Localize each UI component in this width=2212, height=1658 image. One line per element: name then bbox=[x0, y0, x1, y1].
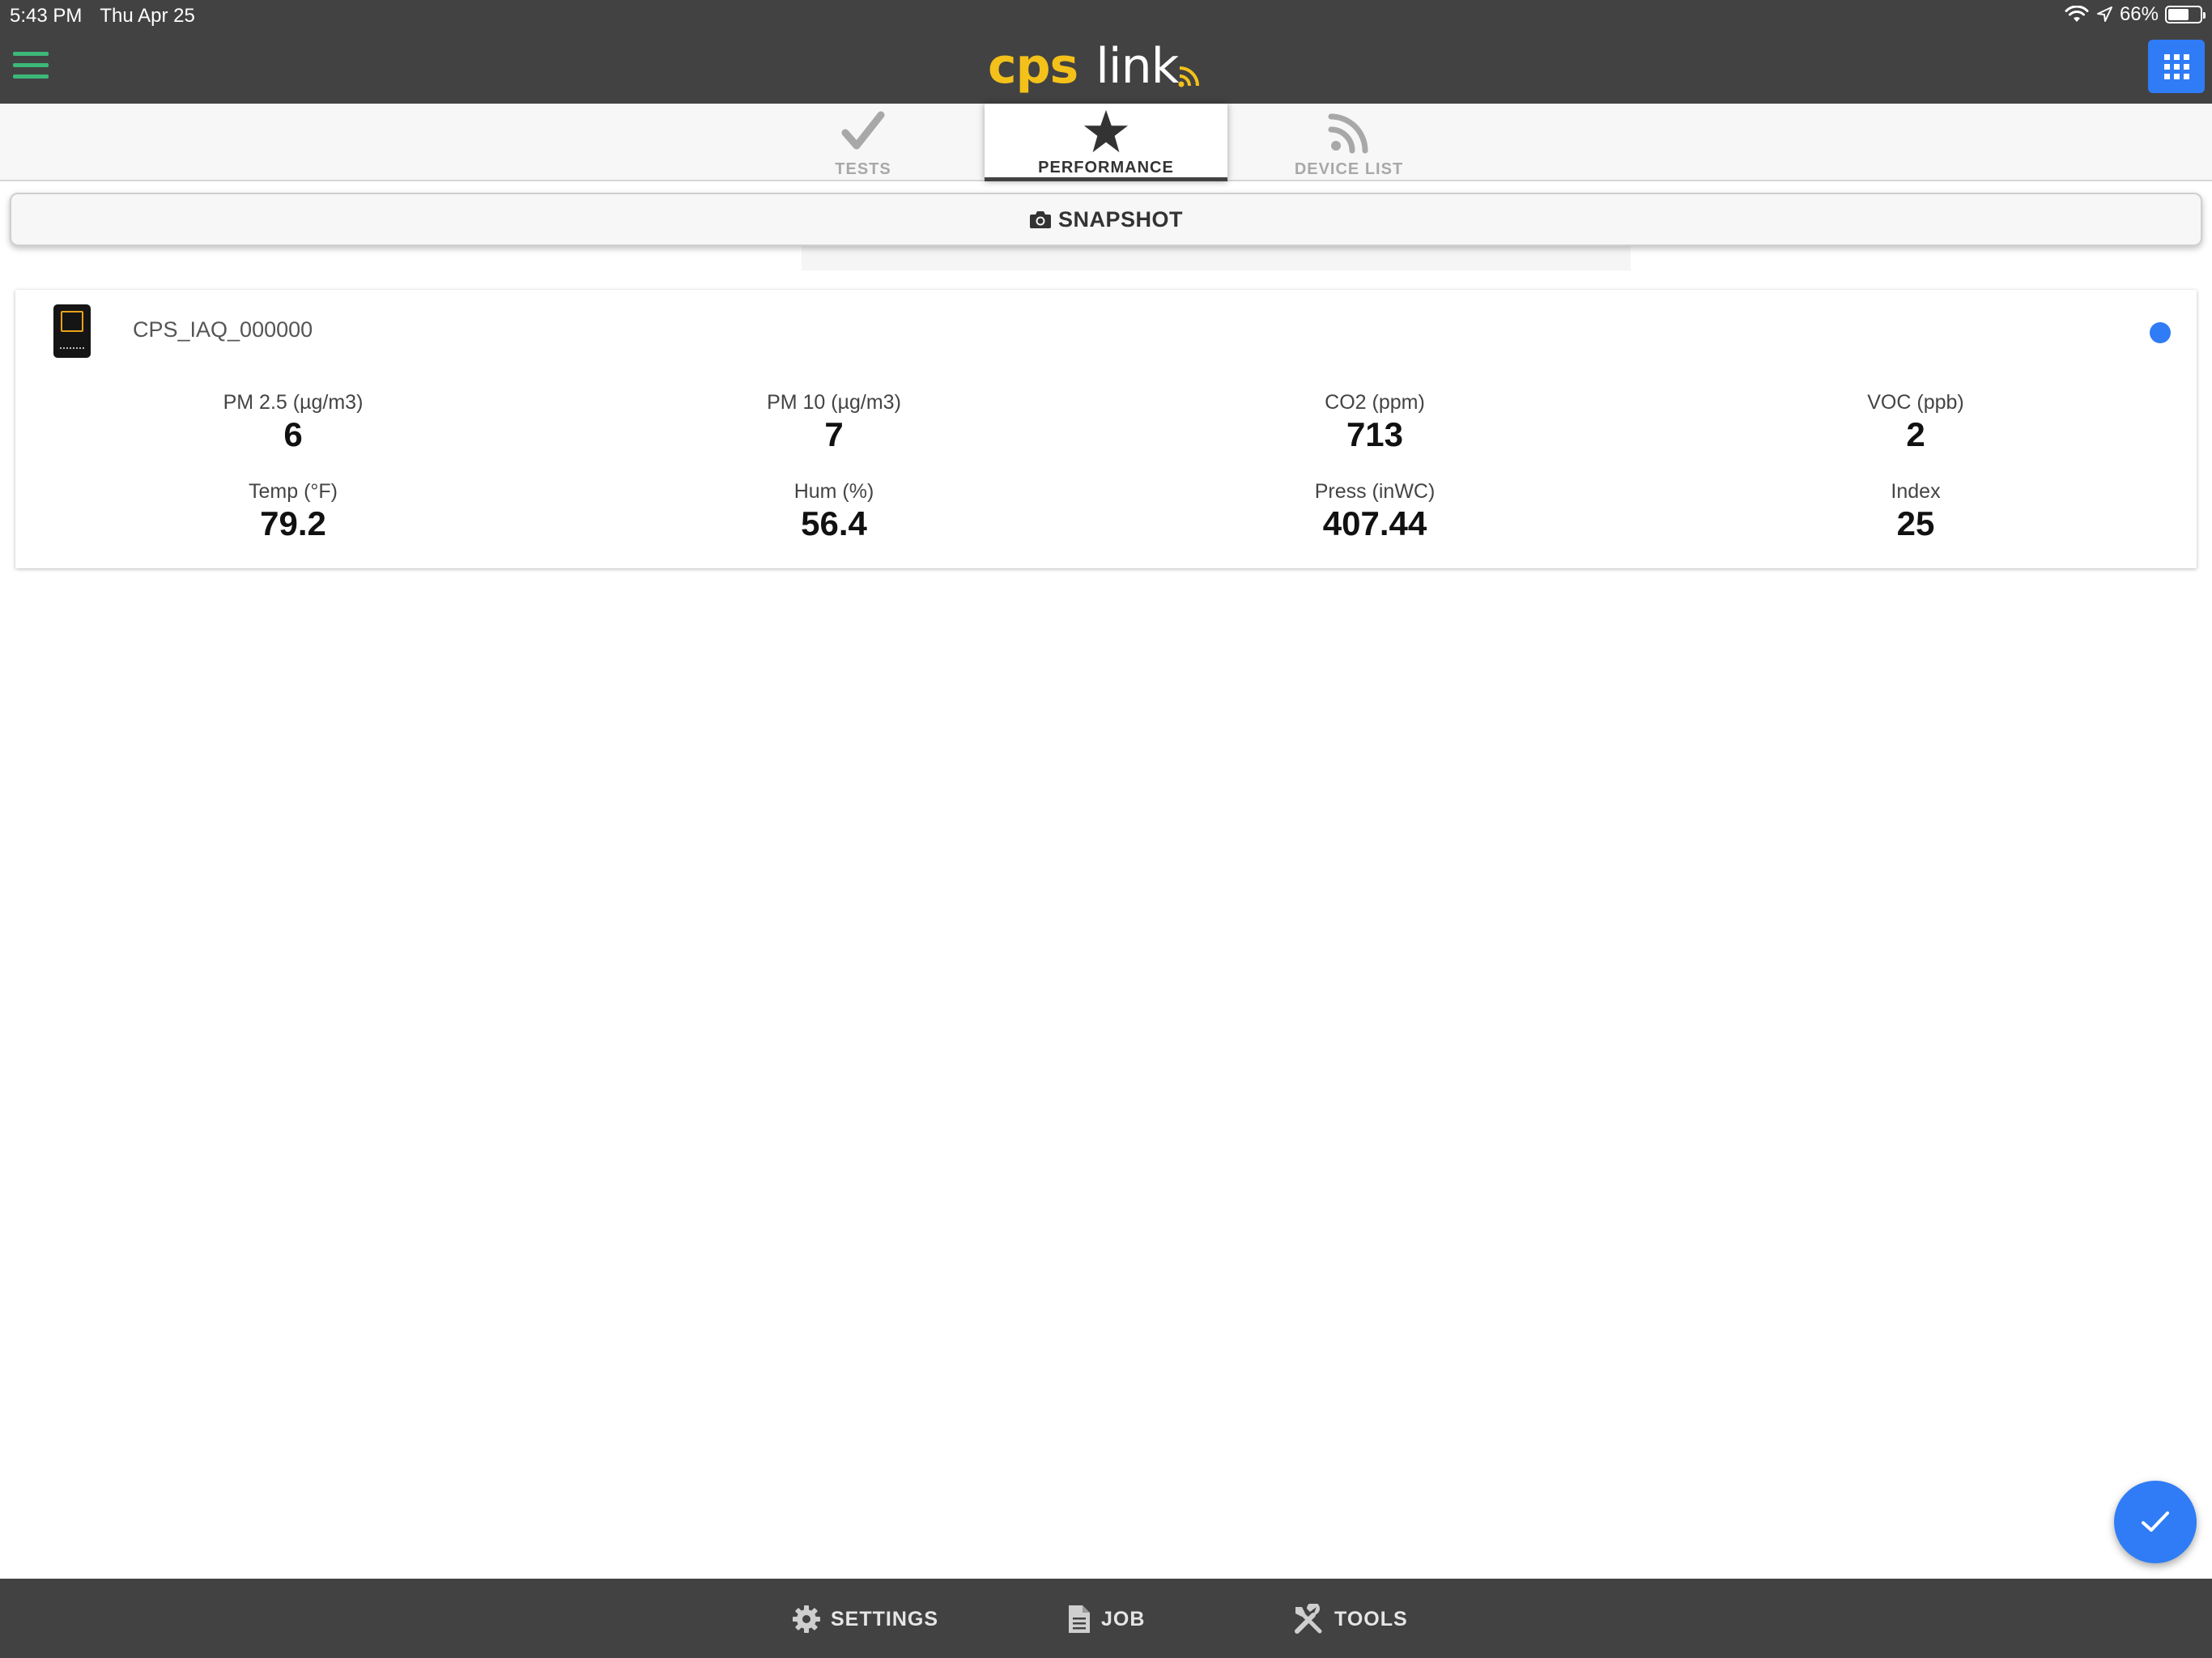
app-screen: 5:43 PM Thu Apr 25 66% cps link TESTS PE… bbox=[0, 0, 2212, 1658]
iaq-device-image bbox=[53, 304, 91, 358]
menu-line-icon bbox=[13, 52, 49, 56]
job-label: JOB bbox=[1101, 1607, 1146, 1630]
cps-link-logo: cps link bbox=[988, 42, 1206, 94]
top-app-bar: 5:43 PM Thu Apr 25 66% cps link bbox=[0, 0, 2212, 104]
device-name: CPS_IAQ_000000 bbox=[133, 317, 313, 342]
grid-dot bbox=[2163, 73, 2170, 79]
metric-label: Hum (%) bbox=[793, 480, 874, 503]
metric-label: CO2 (ppm) bbox=[1325, 391, 1425, 414]
metric-value: 407.44 bbox=[1322, 504, 1427, 542]
snapshot-shadow-band bbox=[802, 246, 1631, 270]
checkmark-icon bbox=[841, 111, 885, 150]
job-button[interactable]: JOB bbox=[1067, 1603, 1145, 1635]
grid-dot bbox=[2173, 53, 2180, 60]
status-date: Thu Apr 25 bbox=[100, 5, 195, 27]
metric-pressure: Press (inWC) 407.44 bbox=[1172, 479, 1577, 544]
logo-brand-text: cps bbox=[988, 38, 1078, 95]
metric-humidity: Hum (%) 56.4 bbox=[632, 479, 1036, 544]
rss-feed-icon bbox=[1328, 113, 1368, 154]
status-time: 5:43 PM bbox=[10, 5, 83, 27]
check-icon bbox=[2142, 1511, 2169, 1532]
tab-bar: TESTS PERFORMANCE DEVICE LIST bbox=[0, 104, 2212, 181]
metric-value: 56.4 bbox=[801, 504, 867, 542]
metric-label: PM 2.5 (µg/m3) bbox=[223, 391, 364, 414]
metric-value: 7 bbox=[824, 415, 844, 453]
logo-product-text: link bbox=[1095, 38, 1179, 95]
tab-tests-label: TESTS bbox=[835, 160, 891, 178]
metric-value: 2 bbox=[1906, 415, 1925, 453]
device-screen bbox=[61, 311, 83, 332]
grid-dot bbox=[2173, 63, 2180, 70]
device-buttons bbox=[60, 347, 84, 350]
tab-device-list-label: DEVICE LIST bbox=[1294, 160, 1404, 178]
hamburger-menu-button[interactable] bbox=[13, 52, 49, 81]
grid-dot bbox=[2183, 53, 2189, 60]
battery-icon bbox=[2165, 6, 2206, 23]
grid-dot bbox=[2183, 63, 2189, 70]
metric-label: Index bbox=[1891, 480, 1941, 503]
metric-temp: Temp (°F) 79.2 bbox=[91, 479, 496, 544]
grid-dot bbox=[2173, 73, 2180, 79]
menu-line-icon bbox=[13, 74, 49, 79]
metric-value: 6 bbox=[283, 415, 303, 453]
grid-dot bbox=[2183, 73, 2189, 79]
battery-percent: 66% bbox=[2119, 3, 2159, 25]
metric-label: Temp (°F) bbox=[249, 480, 338, 503]
status-bar-right: 66% bbox=[2065, 3, 2206, 26]
settings-button[interactable]: SETTINGS bbox=[792, 1603, 938, 1635]
metric-co2: CO2 (ppm) 713 bbox=[1172, 390, 1577, 455]
tools-label: TOOLS bbox=[1334, 1607, 1408, 1630]
signal-waves-icon bbox=[1178, 66, 1200, 87]
connection-status-dot bbox=[2150, 322, 2171, 343]
metric-value: 25 bbox=[1896, 504, 1935, 542]
camera-icon bbox=[1029, 211, 1051, 228]
apps-grid-button[interactable] bbox=[2148, 40, 2205, 93]
metric-index: Index 25 bbox=[1713, 479, 2118, 544]
status-bar-left: 5:43 PM Thu Apr 25 bbox=[10, 5, 195, 28]
device-card[interactable]: CPS_IAQ_000000 PM 2.5 (µg/m3) 6 PM 10 (µ… bbox=[15, 290, 2197, 568]
tab-performance[interactable]: PERFORMANCE bbox=[985, 104, 1227, 181]
tab-tests[interactable]: TESTS bbox=[742, 104, 985, 181]
metric-label: Press (inWC) bbox=[1314, 480, 1436, 503]
menu-line-icon bbox=[13, 63, 49, 67]
document-icon bbox=[1069, 1605, 1090, 1633]
star-icon bbox=[1083, 109, 1129, 153]
metric-voc: VOC (ppb) 2 bbox=[1713, 390, 2118, 455]
grid-dot bbox=[2163, 53, 2170, 60]
confirm-fab-button[interactable] bbox=[2114, 1481, 2197, 1563]
battery-fill bbox=[2168, 9, 2189, 20]
bottom-nav-bar: SETTINGS JOB TOOLS bbox=[0, 1579, 2212, 1658]
metric-label: PM 10 (µg/m3) bbox=[767, 391, 901, 414]
metric-pm25: PM 2.5 (µg/m3) 6 bbox=[91, 390, 496, 455]
metric-value: 713 bbox=[1346, 415, 1404, 453]
wifi-icon bbox=[2065, 6, 2089, 22]
metric-value: 79.2 bbox=[260, 504, 326, 542]
gear-icon bbox=[793, 1605, 820, 1633]
tab-device-list[interactable]: DEVICE LIST bbox=[1227, 104, 1470, 181]
location-arrow-icon bbox=[2096, 6, 2112, 22]
tools-button[interactable]: TOOLS bbox=[1292, 1603, 1408, 1635]
snapshot-button[interactable]: SNAPSHOT bbox=[10, 193, 2202, 246]
grid-dot bbox=[2163, 63, 2170, 70]
tab-performance-label: PERFORMANCE bbox=[1038, 159, 1174, 176]
snapshot-label: SNAPSHOT bbox=[1057, 206, 1184, 232]
tools-icon bbox=[1295, 1604, 1322, 1634]
metric-pm10: PM 10 (µg/m3) 7 bbox=[632, 390, 1036, 455]
settings-label: SETTINGS bbox=[831, 1607, 939, 1630]
metric-label: VOC (ppb) bbox=[1867, 391, 1964, 414]
